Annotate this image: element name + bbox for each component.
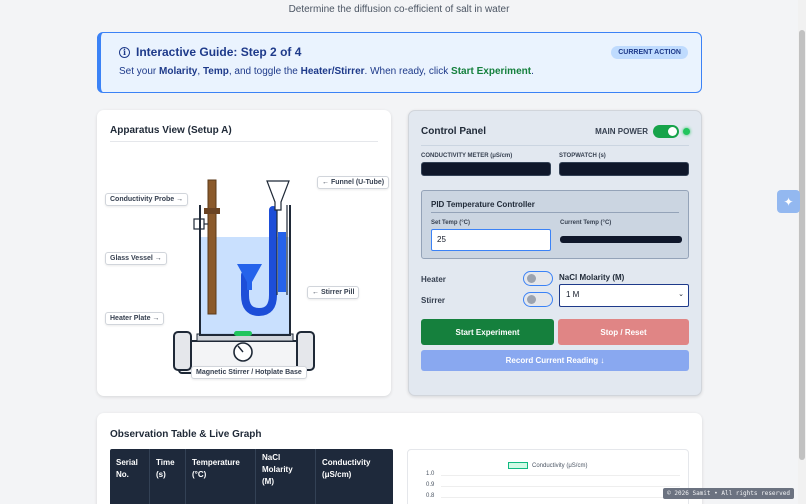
label-funnel: ← Funnel (U-Tube) <box>317 176 390 189</box>
label-base: Magnetic Stirrer / Hotplate Base <box>191 366 307 379</box>
pid-title: PID Temperature Controller <box>431 200 535 209</box>
label-conductivity-probe: Conductivity Probe → <box>105 193 189 206</box>
stirrer-label: Stirrer <box>421 296 446 305</box>
column-header: Time (s) <box>150 449 186 504</box>
guide-instructions: Set your Molarity, Temp, and toggle the … <box>119 66 534 77</box>
graph-legend: Conductivity (μS/cm) <box>508 462 587 469</box>
guide-step-number: 2 <box>270 45 277 59</box>
label-glass-vessel: Glass Vessel → <box>105 252 167 265</box>
current-temp-label: Current Temp (°C) <box>560 220 612 226</box>
scrollbar-thumb[interactable] <box>799 30 805 460</box>
label-heater-plate: Heater Plate → <box>105 312 165 325</box>
gridline <box>441 497 680 498</box>
gridline <box>441 486 680 487</box>
nacl-molarity-select[interactable]: 1 M ⌄ <box>559 284 689 307</box>
set-temp-label: Set Temp (°C) <box>431 220 470 226</box>
column-header: Serial No. <box>110 449 150 504</box>
info-icon: i <box>119 46 130 58</box>
heater-toggle[interactable] <box>523 271 553 286</box>
control-panel: Control Panel MAIN POWER CONDUCTIVITY ME… <box>408 110 702 396</box>
column-header: NaCl Molarity (M) <box>256 449 316 504</box>
main-power-label: MAIN POWER <box>595 127 648 136</box>
stopwatch-display <box>559 162 689 176</box>
main-power-toggle[interactable] <box>653 125 679 138</box>
pid-controller: PID Temperature Controller Set Temp (°C)… <box>421 190 689 259</box>
conductivity-meter-display <box>421 162 551 176</box>
guide-title: Interactive Guide: Step 2 of 4 <box>136 45 301 59</box>
gridline <box>441 475 680 476</box>
guide-header: i Interactive Guide: Step 2 of 4 <box>119 45 301 59</box>
stop-reset-button[interactable]: Stop / Reset <box>558 319 689 345</box>
nacl-molarity-label: NaCl Molarity (M) <box>559 273 625 282</box>
apparatus-card: Apparatus View (Setup A) Conductivity Pr… <box>97 110 391 396</box>
label-stirrer-pill: ← Stirrer Pill <box>307 286 360 299</box>
stopwatch-label: STOPWATCH (s) <box>559 153 606 159</box>
funnel-top-icon <box>266 180 290 211</box>
power-indicator-icon <box>683 128 690 135</box>
current-temp-display <box>560 236 682 243</box>
column-header: Temperature (°C) <box>186 449 256 504</box>
observation-card: Observation Table & Live Graph Serial No.… <box>97 413 702 504</box>
stirrer-pill <box>234 331 252 336</box>
copyright-badge: © 2026 Samit • All rights reserved <box>663 488 794 499</box>
y-tick-label: 0.8 <box>426 493 435 499</box>
set-temp-input[interactable]: 25 <box>431 229 551 251</box>
conductivity-meter-label: CONDUCTIVITY METER (μS/cm) <box>421 153 513 159</box>
column-header: Conductivity (μS/cm) <box>322 458 371 479</box>
nacl-molarity-value: 1 M <box>566 290 580 299</box>
record-reading-button[interactable]: Record Current Reading ↓ <box>421 350 689 371</box>
control-panel-title: Control Panel <box>421 126 487 137</box>
start-experiment-button[interactable]: Start Experiment <box>421 319 554 345</box>
conductivity-probe <box>207 179 217 315</box>
page-subtitle: Determine the diffusion co-efficient of … <box>288 4 510 15</box>
legend-label: Conductivity (μS/cm) <box>532 462 588 469</box>
current-action-badge: CURRENT ACTION <box>611 46 688 59</box>
observation-title: Observation Table & Live Graph <box>110 429 262 440</box>
y-tick-label: 0.9 <box>426 482 435 488</box>
heater-label: Heater <box>421 275 446 284</box>
y-tick-label: 1.0 <box>426 471 435 477</box>
floating-tool-icon[interactable]: ✦ <box>777 190 800 213</box>
page-scrollbar[interactable] <box>798 0 806 504</box>
observation-table-header: Serial No. Time (s) Temperature (°C) NaCl Mo… <box>110 449 393 504</box>
legend-swatch <box>508 462 528 469</box>
chevron-down-icon: ⌄ <box>678 291 684 298</box>
stirrer-toggle[interactable] <box>523 292 553 307</box>
live-graph: Conductivity (μS/cm) 1.0 0.9 0.8 <box>407 449 689 504</box>
divider <box>431 212 679 213</box>
interactive-guide: i Interactive Guide: Step 2 of 4 CURRENT… <box>97 32 702 93</box>
guide-title-prefix: Interactive Guide: Step <box>136 45 267 59</box>
divider <box>421 145 689 146</box>
guide-step-total: of 4 <box>280 45 302 59</box>
